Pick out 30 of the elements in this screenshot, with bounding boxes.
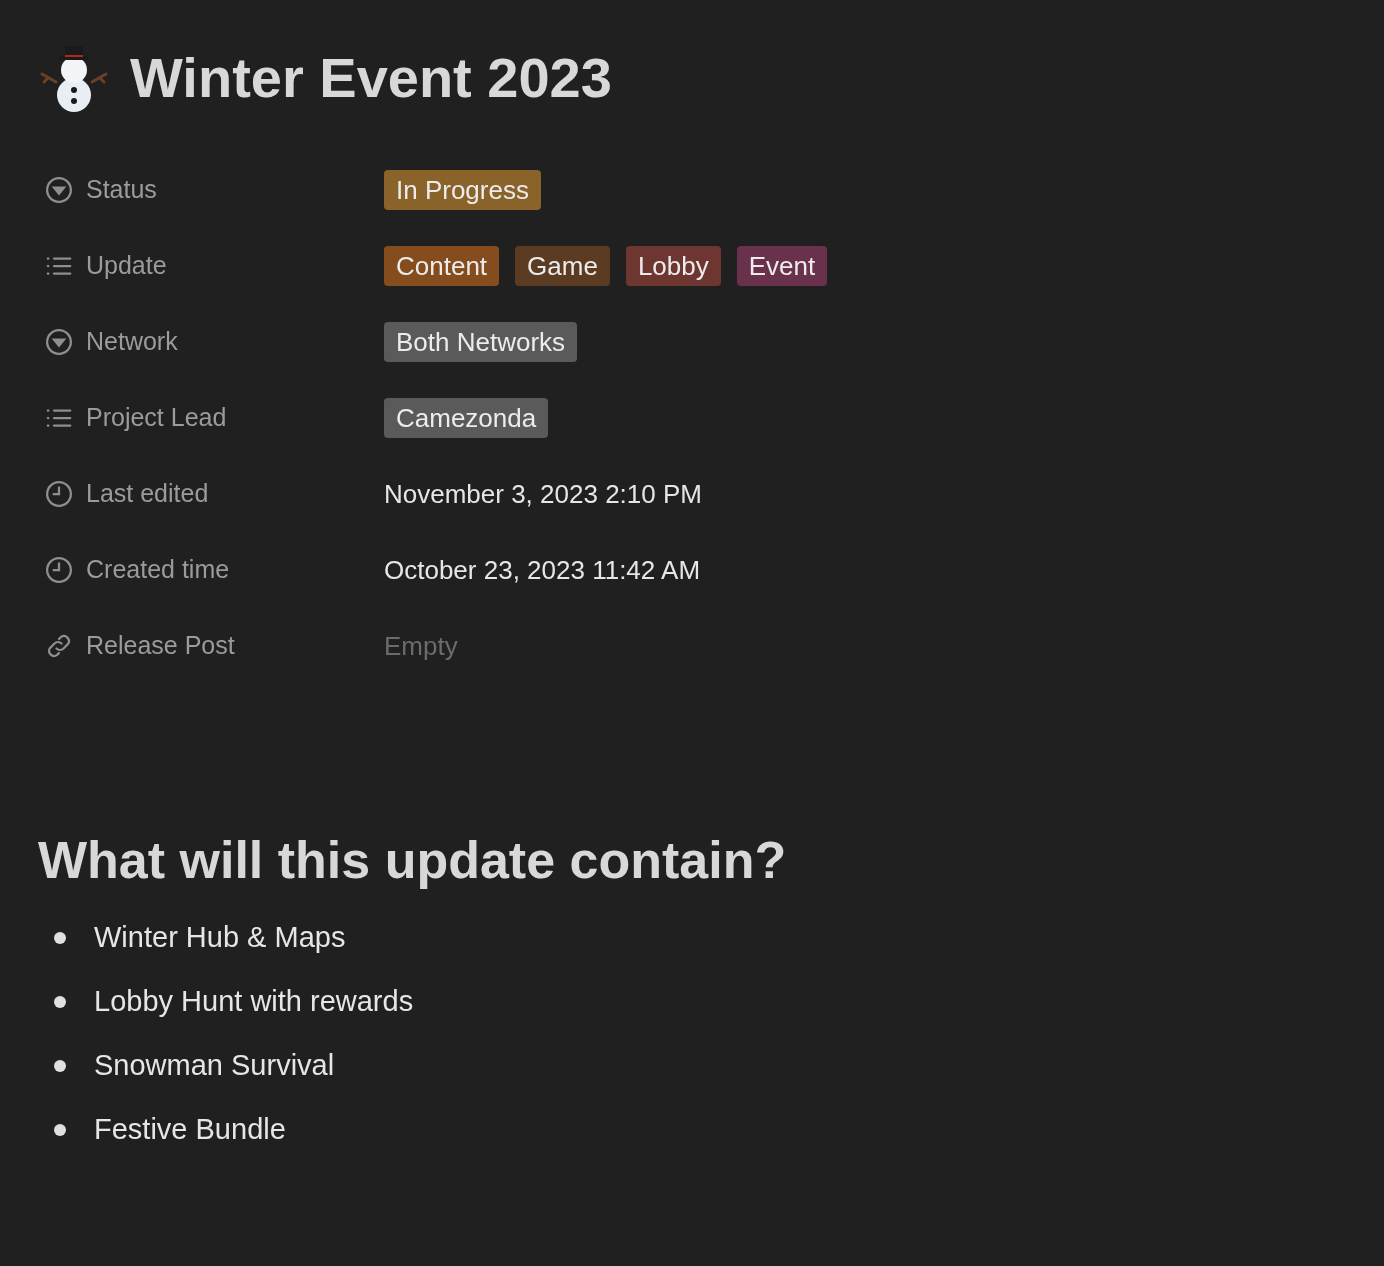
list-item-text: Winter Hub & Maps	[94, 920, 346, 956]
bullet-icon	[54, 996, 66, 1008]
list-item-text: Festive Bundle	[94, 1112, 286, 1148]
property-label: Network	[86, 326, 178, 358]
tag: Both Networks	[384, 322, 578, 362]
property-label: Project Lead	[86, 402, 227, 434]
bullet-icon	[54, 1060, 66, 1072]
property-label: Update	[86, 250, 167, 282]
dropdown-circle-icon	[44, 175, 74, 205]
property-label: Release Post	[86, 630, 235, 662]
tag: In Progress	[384, 170, 541, 210]
tag: Camezonda	[384, 398, 549, 438]
property-value: October 23, 2023 11:42 AM	[384, 553, 701, 587]
list-item-text: Lobby Hunt with rewards	[94, 984, 414, 1020]
clock-icon	[44, 555, 74, 585]
property-value: November 3, 2023 2:10 PM	[384, 477, 702, 511]
url-field[interactable]: Empty	[384, 626, 458, 666]
property-label: Status	[86, 174, 157, 206]
list-item-text: Snowman Survival	[94, 1048, 335, 1084]
tag: Content	[384, 246, 500, 286]
bullet-icon	[54, 1124, 66, 1136]
clock-icon	[44, 479, 74, 509]
tag: Lobby	[625, 246, 721, 286]
property-label: Last edited	[86, 478, 209, 510]
page-title: Winter Event 2023	[130, 50, 612, 106]
tag: Event	[736, 246, 828, 286]
tag: Game	[515, 246, 610, 286]
bullet-icon	[54, 932, 66, 944]
property-label: Created time	[86, 554, 230, 586]
dropdown-circle-icon	[44, 327, 74, 357]
